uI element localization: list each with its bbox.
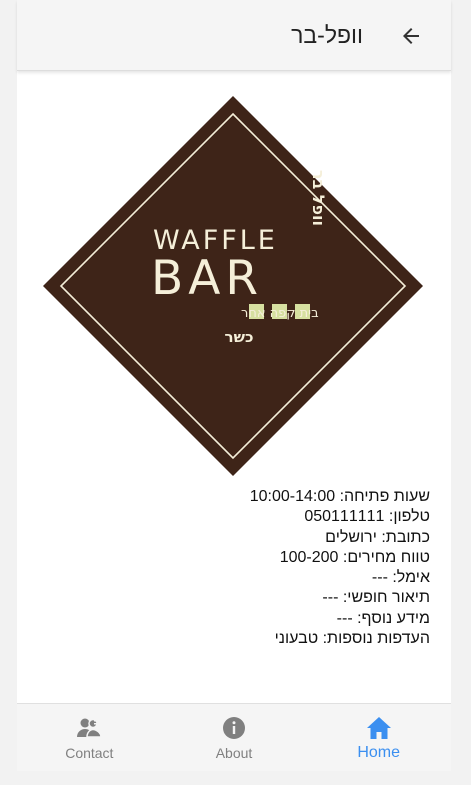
restaurant-details: שעות פתיחה: 10:00-14:00 טלפון: 050111111… [17,487,430,649]
detail-preferences-value: טבעוני [274,630,319,648]
detail-hours-value: 10:00-14:00 [249,488,336,505]
detail-hours: שעות פתיחה: 10:00-14:00 [249,488,430,505]
detail-preferences: העדפות נוספות: טבעוני [274,630,430,648]
nav-about-label: About [215,745,253,761]
detail-more-value: --- [336,609,353,627]
back-button[interactable] [395,20,427,52]
logo-text-hebrew-vertical: וופל בר [309,170,328,226]
logo-kosher: כשר [225,328,254,346]
detail-phone: טלפון: 050111111 [304,508,430,526]
arrow-back-icon [403,28,419,44]
waffle-bar-logo: WAFFLE BAR וופל בר בית קפה אחר כשר [43,96,423,476]
detail-phone-value: 050111111 [304,508,385,526]
nav-contact-label: Contact [65,745,114,761]
info-icon [223,717,245,739]
detail-email: אימל: --- [371,569,430,587]
app-bar: וופל-בר [17,0,451,71]
app-screen: וופל-בר WAFFLE BAR וופל בר בית קפה אחר כ… [17,0,451,771]
logo-text-bar: BAR [151,251,263,306]
home-icon [366,717,391,739]
nav-home-label: Home [357,744,401,761]
detail-price-value: 100-200 [279,548,339,566]
nav-home[interactable]: Home [306,704,451,771]
detail-description-value: --- [322,589,339,607]
detail-description: תיאור חופשי: --- [322,589,430,607]
detail-email-value: --- [371,569,388,587]
detail-address: כתובת: ירושלים [325,528,430,546]
detail-address-value: ירושלים [325,528,377,546]
detail-price-range: טווח מחירים: 100-200 [279,548,430,566]
nav-contact[interactable]: Contact [17,704,162,771]
page-title: וופל-בר [291,22,363,48]
bottom-navigation: Contact About Home [17,703,451,771]
nav-about[interactable]: About [162,704,307,771]
detail-more-info: מידע נוסף: --- [336,609,430,627]
logo-tagline: בית קפה אחר [241,306,319,321]
contacts-icon [77,718,103,738]
